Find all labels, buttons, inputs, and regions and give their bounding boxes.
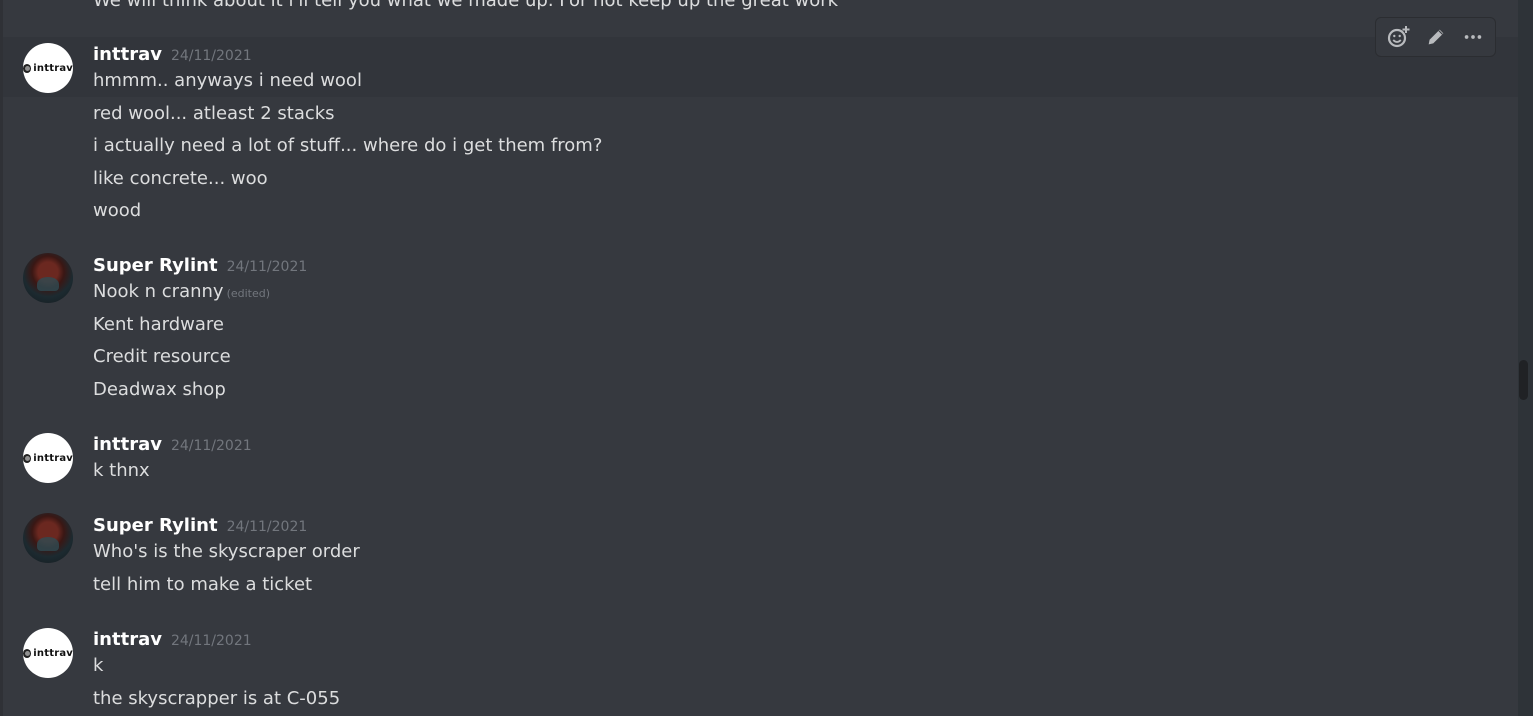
username[interactable]: Super Rylint bbox=[93, 255, 218, 277]
more-button[interactable] bbox=[1457, 21, 1489, 53]
scrollbar-thumb[interactable] bbox=[1519, 360, 1528, 400]
message-text: Deadwax shop bbox=[93, 379, 226, 400]
avatar[interactable]: inttrav bbox=[23, 433, 73, 483]
avatar-text: inttrav bbox=[33, 647, 73, 659]
message-text: like concrete... woo bbox=[93, 168, 268, 189]
more-icon bbox=[1464, 35, 1481, 39]
message-text: i actually need a lot of stuff... where … bbox=[93, 135, 603, 156]
message-body: Nook n cranny bbox=[93, 281, 224, 302]
message-text: Credit resource bbox=[93, 346, 231, 367]
logo-icon bbox=[23, 453, 32, 463]
logo-icon bbox=[23, 63, 32, 73]
avatar[interactable]: inttrav bbox=[23, 628, 73, 678]
message-text: red wool... atleast 2 stacks bbox=[93, 103, 335, 124]
message-text: tell him to make a ticket bbox=[93, 574, 313, 595]
message-text: Nook n cranny (edited) bbox=[93, 281, 270, 305]
username[interactable]: Super Rylint bbox=[93, 515, 218, 537]
message-text: wood bbox=[93, 200, 142, 221]
message-text: We will think about it i'll tell you wha… bbox=[93, 0, 839, 11]
scrollbar-track[interactable] bbox=[1518, 0, 1533, 716]
message-header: Super Rylint 24/11/2021 bbox=[93, 515, 307, 537]
message-toolbar bbox=[1375, 17, 1496, 57]
message-text: the skyscrapper is at C-055 bbox=[93, 688, 341, 709]
message-header: Super Rylint 24/11/2021 bbox=[93, 255, 307, 277]
username[interactable]: inttrav bbox=[93, 44, 162, 66]
edit-button[interactable] bbox=[1420, 21, 1452, 53]
edit-icon bbox=[1428, 29, 1443, 45]
edited-label: (edited) bbox=[226, 287, 271, 300]
message-text: k bbox=[93, 655, 104, 676]
left-edge bbox=[0, 0, 3, 716]
timestamp[interactable]: 24/11/2021 bbox=[171, 437, 252, 455]
message-text: Kent hardware bbox=[93, 314, 224, 335]
timestamp[interactable]: 24/11/2021 bbox=[171, 47, 252, 65]
message-header: inttrav 24/11/2021 bbox=[93, 44, 252, 66]
timestamp[interactable]: 24/11/2021 bbox=[171, 632, 252, 650]
message-text: hmmm.. anyways i need wool bbox=[93, 70, 362, 91]
message-text: k thnx bbox=[93, 460, 150, 481]
timestamp[interactable]: 24/11/2021 bbox=[227, 258, 308, 276]
message-text: Who's is the skyscraper order bbox=[93, 541, 360, 562]
logo-icon bbox=[23, 648, 32, 658]
avatar-text: inttrav bbox=[33, 62, 73, 74]
message-header: inttrav 24/11/2021 bbox=[93, 434, 252, 456]
timestamp[interactable]: 24/11/2021 bbox=[227, 518, 308, 536]
username[interactable]: inttrav bbox=[93, 629, 162, 651]
add-reaction-icon bbox=[1387, 26, 1409, 48]
avatar[interactable]: inttrav bbox=[23, 43, 73, 93]
avatar-text: inttrav bbox=[33, 452, 73, 464]
add-reaction-button[interactable] bbox=[1383, 21, 1415, 53]
username[interactable]: inttrav bbox=[93, 434, 162, 456]
chat-messages: We will think about it i'll tell you wha… bbox=[0, 0, 1533, 716]
message-header: inttrav 24/11/2021 bbox=[93, 629, 252, 651]
avatar[interactable] bbox=[23, 513, 73, 563]
avatar[interactable] bbox=[23, 253, 73, 303]
